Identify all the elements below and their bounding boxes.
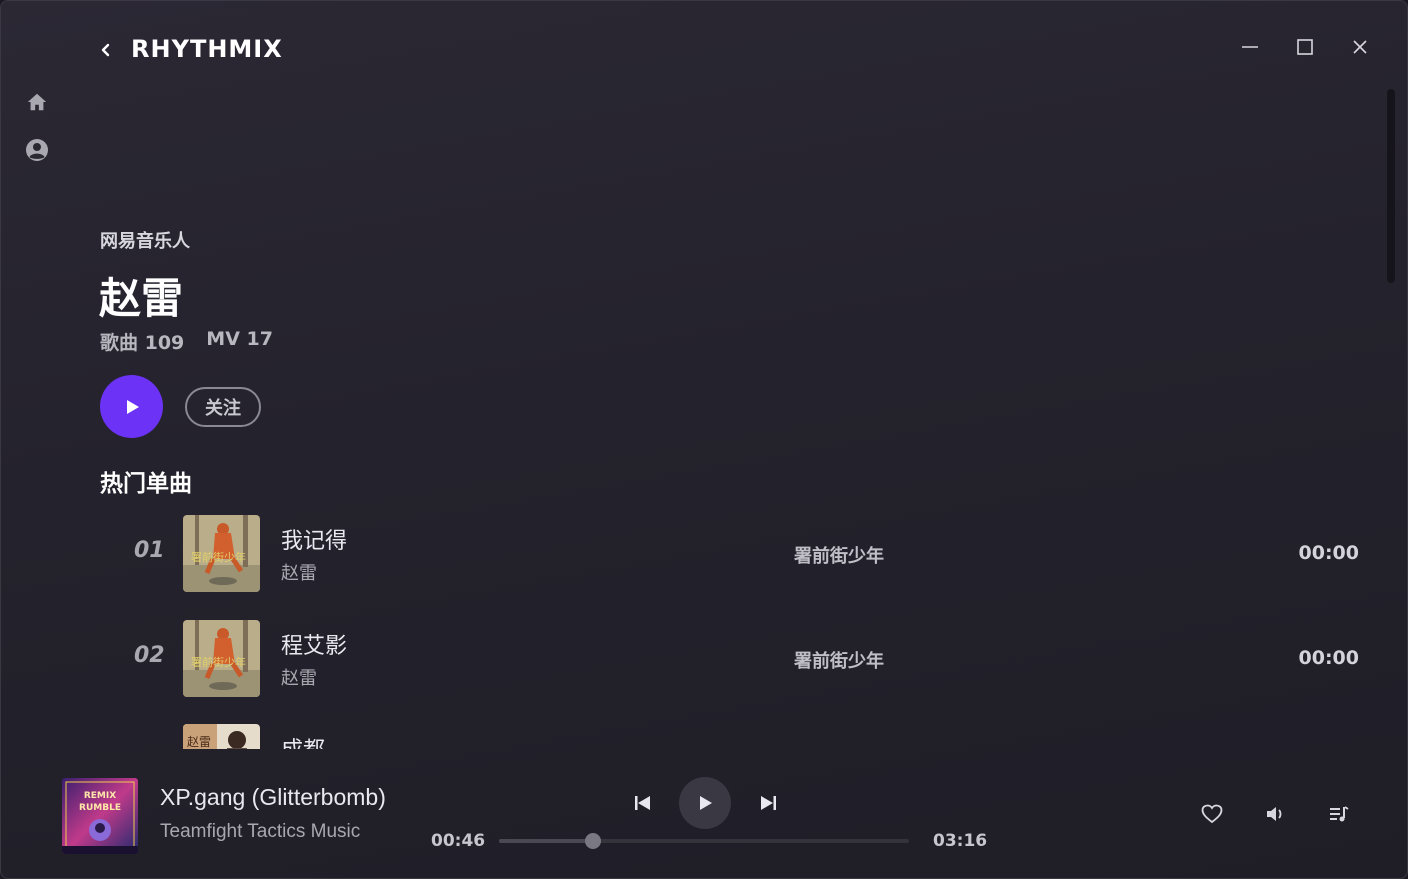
like-button[interactable] [1199, 801, 1225, 827]
songs-count: 歌曲 109 [100, 332, 185, 354]
maximize-icon [1297, 39, 1313, 55]
current-time: 00:46 [431, 831, 486, 851]
close-button[interactable] [1348, 35, 1372, 59]
progress-fill [499, 839, 594, 843]
svg-text:署前街少年: 署前街少年 [191, 655, 246, 669]
song-artist[interactable]: 赵雷 [281, 664, 317, 690]
song-duration: 00:00 [1298, 542, 1359, 564]
song-row[interactable]: 赵雷 成都 [100, 715, 1380, 749]
svg-text:REMIX: REMIX [84, 791, 116, 801]
song-row[interactable]: 02 署前街少年 程艾影 赵雷 署前街少年 00:00 [100, 611, 1380, 701]
previous-button[interactable] [628, 788, 658, 818]
song-index: 01 [134, 538, 165, 563]
app-logo[interactable]: RHYTHMIX [131, 35, 283, 63]
song-cover: 赵雷 [183, 724, 260, 749]
song-duration: 00:00 [1298, 647, 1359, 669]
artist-stats: 歌曲 109 MV 17 [100, 328, 273, 355]
app-window: RHYTHMIX 网易音乐人 赵雷 歌曲 109 MV 17 关注 热门单曲 0… [0, 0, 1408, 879]
volume-icon [1267, 807, 1282, 821]
song-album[interactable]: 署前街少年 [794, 542, 884, 568]
scrollbar[interactable] [1387, 89, 1395, 749]
player-bar: REMIX RUMBLE XP.gang (Glitterbomb) Teamf… [1, 751, 1407, 878]
now-playing-cover[interactable]: REMIX RUMBLE [62, 778, 138, 854]
skip-next-icon [761, 796, 776, 810]
song-cover: 署前街少年 [183, 620, 260, 697]
minimize-icon [1242, 46, 1258, 48]
total-time: 03:16 [933, 831, 988, 851]
play-pause-button[interactable] [679, 777, 731, 829]
section-title: 热门单曲 [100, 471, 192, 497]
playlist-button[interactable] [1326, 801, 1352, 827]
song-album[interactable]: 署前街少年 [794, 647, 884, 673]
progress-bar[interactable] [499, 833, 909, 849]
heart-icon [1201, 804, 1223, 824]
play-all-button[interactable] [100, 375, 163, 438]
song-row[interactable]: 01 署前街少年 我记得 赵雷 署前街少年 00:00 [100, 506, 1380, 596]
svg-text:署前街少年: 署前街少年 [191, 550, 246, 564]
now-playing-artist[interactable]: Teamfight Tactics Music [160, 821, 360, 843]
next-button[interactable] [753, 788, 783, 818]
svg-text:赵雷: 赵雷 [187, 735, 211, 749]
chevron-left-icon [101, 43, 110, 57]
maximize-button[interactable] [1293, 35, 1317, 59]
back-button[interactable] [95, 39, 117, 61]
song-list: 01 署前街少年 我记得 赵雷 署前街少年 00:00 02 署前街少年 程艾影… [100, 506, 1380, 749]
progress-handle[interactable] [585, 833, 602, 849]
minimize-button[interactable] [1238, 35, 1262, 59]
now-playing-title[interactable]: XP.gang (Glitterbomb) [160, 784, 386, 811]
skip-previous-icon [635, 796, 650, 810]
artist-name: 赵雷 [99, 274, 184, 323]
song-title: 成都 [281, 732, 325, 749]
volume-button[interactable] [1263, 801, 1289, 827]
scrollbar-thumb[interactable] [1387, 89, 1395, 283]
sidebar-item-home[interactable] [25, 90, 49, 114]
mv-count: MV 17 [206, 328, 273, 350]
play-icon [700, 796, 712, 810]
playlist-icon [1330, 806, 1349, 822]
play-icon [126, 399, 139, 414]
close-icon [1353, 40, 1367, 54]
song-cover: 署前街少年 [183, 515, 260, 592]
user-circle-icon [26, 139, 48, 161]
song-index: 02 [134, 643, 165, 668]
song-title: 程艾影 [281, 634, 348, 659]
svg-text:RUMBLE: RUMBLE [79, 803, 121, 813]
follow-button[interactable]: 关注 [185, 387, 261, 427]
artist-label: 网易音乐人 [100, 231, 190, 252]
song-title: 我记得 [281, 529, 348, 554]
sidebar-item-user[interactable] [25, 138, 49, 162]
song-artist[interactable]: 赵雷 [281, 559, 317, 585]
home-icon [27, 93, 47, 111]
